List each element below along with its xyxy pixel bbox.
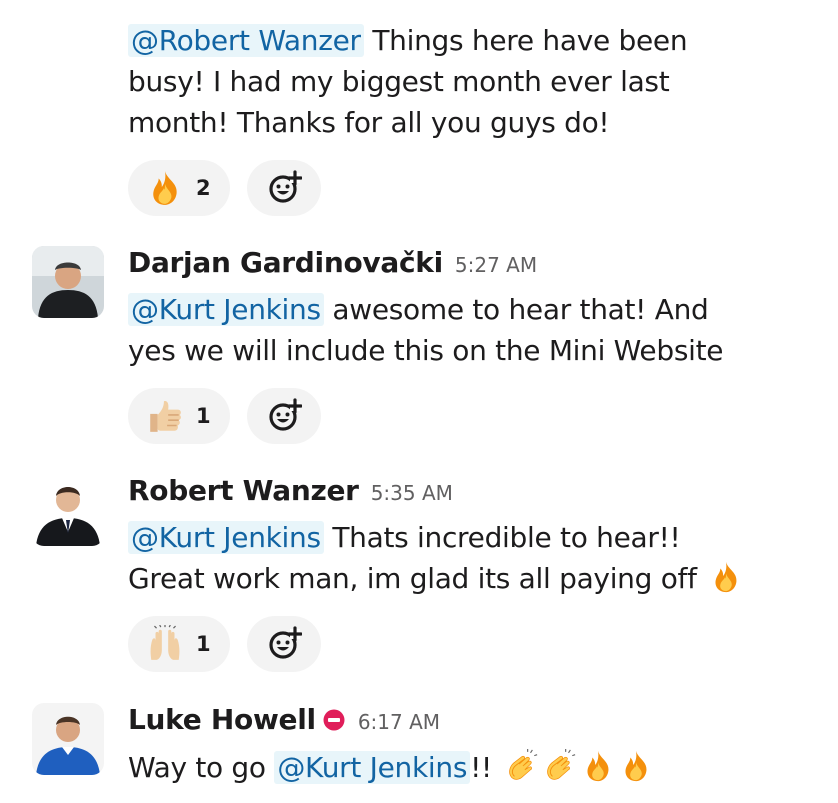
avatar-robert[interactable] [32, 474, 104, 546]
message-text: awesome to hear that! And [323, 293, 709, 326]
reaction-count: 2 [196, 176, 211, 200]
mention-kurt-jenkins[interactable]: @Kurt Jenkins [128, 521, 324, 554]
mention-kurt-jenkins[interactable]: @Kurt Jenkins [274, 751, 471, 784]
fire-icon [619, 749, 653, 783]
add-reaction-button[interactable] [247, 388, 321, 444]
message-text: Thats incredible to hear!! [323, 521, 681, 554]
add-reaction-button[interactable] [247, 616, 321, 672]
thumbs-up-icon [146, 397, 184, 435]
avatar-luke[interactable] [32, 703, 104, 775]
reaction-count: 1 [196, 632, 211, 656]
message-line: @Kurt Jenkins Thats incredible to hear!! [128, 518, 681, 558]
add-reaction-icon [266, 626, 302, 662]
message-text: Things here have been [363, 24, 688, 57]
message-timestamp[interactable]: 5:27 AM [455, 253, 537, 277]
message-text: Great work man, im glad its all paying o… [128, 562, 706, 595]
raised-hands-icon [146, 625, 184, 663]
do-not-disturb-icon [322, 708, 346, 732]
reaction-thumbs-up-button[interactable]: 1 [128, 388, 230, 444]
message-text: !! [470, 751, 501, 784]
author-name[interactable]: Luke Howell [128, 703, 316, 736]
message-author[interactable]: Luke Howell 6:17 AM [128, 703, 440, 736]
message-line: Great work man, im glad its all paying o… [128, 559, 743, 599]
message-timestamp[interactable]: 5:35 AM [371, 481, 453, 505]
reaction-count: 1 [196, 404, 211, 428]
message-line: Way to go @Kurt Jenkins!! [128, 748, 653, 788]
author-name[interactable]: Robert Wanzer [128, 474, 359, 507]
message-text: Way to go [128, 751, 275, 784]
mention-kurt-jenkins[interactable]: @Kurt Jenkins [128, 293, 324, 326]
message-timestamp[interactable]: 6:17 AM [358, 710, 440, 734]
fire-icon [581, 749, 615, 783]
fire-icon [709, 560, 743, 594]
message-line: yes we will include this on the Mini Web… [128, 334, 724, 367]
author-name[interactable]: Darjan Gardinovački [128, 246, 443, 279]
clapping-hands-icon [505, 749, 539, 783]
message-author[interactable]: Robert Wanzer 5:35 AM [128, 474, 453, 507]
add-reaction-icon [266, 170, 302, 206]
avatar-darjan[interactable] [32, 246, 104, 318]
message-author[interactable]: Darjan Gardinovački 5:27 AM [128, 246, 537, 279]
reaction-raised-hands-button[interactable]: 1 [128, 616, 230, 672]
message-line: month! Thanks for all you guys do! [128, 106, 610, 139]
add-reaction-button[interactable] [247, 160, 321, 216]
fire-icon [146, 169, 184, 207]
add-reaction-icon [266, 398, 302, 434]
clapping-hands-icon [543, 749, 577, 783]
message-line: busy! I had my biggest month ever last [128, 65, 670, 98]
reaction-fire-button[interactable]: 2 [128, 160, 230, 216]
message-line: @Kurt Jenkins awesome to hear that! And [128, 290, 709, 330]
mention-robert-wanzer[interactable]: @Robert Wanzer [128, 24, 364, 57]
message-line: @Robert Wanzer Things here have been [128, 21, 688, 61]
